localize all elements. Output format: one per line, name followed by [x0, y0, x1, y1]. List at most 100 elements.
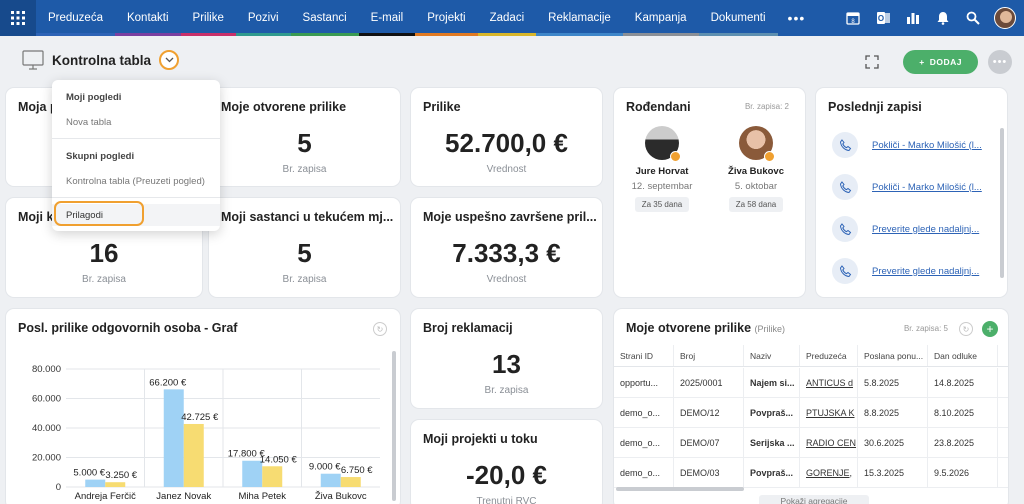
bar[interactable]	[262, 466, 283, 487]
record-item[interactable]: Preverite glede nadaljnj...	[832, 216, 979, 242]
bar-data-label: 9.000 €	[309, 462, 341, 473]
table-cell: 2025/0001	[674, 368, 744, 397]
nav-item[interactable]: Dokumenti	[698, 0, 778, 36]
table-cell: demo_o...	[614, 458, 674, 487]
record-item[interactable]: Pokliči - Marko Milošić (l...	[832, 132, 982, 158]
view-selector-button[interactable]	[159, 50, 180, 70]
birthday-person[interactable]: Živa Bukovc 5. oktobar Za 58 dana	[713, 126, 799, 212]
column-header[interactable]: Strani ID	[614, 345, 674, 366]
bar-data-label: 3.250 €	[105, 470, 137, 481]
bar-data-label: 14.050 €	[260, 454, 298, 465]
column-header[interactable]: Naziv	[744, 345, 800, 366]
card-birthdays: Rođendani Br. zapisa: 2 Jure Horvat 12. …	[614, 88, 805, 297]
card-subtitle: Br. zapisa	[484, 385, 529, 396]
nav-item[interactable]: Projekti	[415, 0, 478, 36]
card-complaints[interactable]: Broj reklamacij 13 Br. zapisa	[411, 309, 602, 408]
card-title: Moji projekti u toku	[423, 432, 538, 446]
person-avatar	[645, 126, 681, 162]
nav-item[interactable]: Pozivi	[235, 0, 291, 36]
bar[interactable]	[183, 423, 204, 487]
show-aggregations-button[interactable]: Pokaži agregacije	[759, 495, 869, 504]
x-tick-label: Miha Petek	[238, 491, 286, 502]
column-header[interactable]: Broj	[674, 345, 744, 366]
record-item[interactable]: Pokliči - Marko Milošić (l...	[832, 174, 982, 200]
refresh-icon[interactable]: ↻	[959, 322, 973, 336]
record-link[interactable]: Pokliči - Marko Milošić (l...	[872, 182, 982, 193]
add-button[interactable]: + DODAJ	[903, 50, 978, 74]
table-row[interactable]: demo_o... DEMO/12 Povpraš... PTUJSKA K 8.8.2…	[614, 398, 1008, 428]
user-avatar[interactable]	[994, 7, 1016, 29]
record-link[interactable]: Preverite glede nadaljnj...	[872, 266, 979, 277]
nav-item[interactable]: Preduzeća	[36, 0, 115, 36]
chevron-down-icon	[165, 57, 173, 63]
card-won-opportunities[interactable]: Moje uspešno završene pril... 7.333,3 € …	[411, 198, 602, 297]
fullscreen-icon[interactable]	[865, 55, 879, 69]
bar[interactable]	[163, 389, 184, 487]
bar[interactable]	[105, 482, 126, 487]
phone-icon	[832, 258, 858, 284]
days-until-pill: Za 35 dana	[634, 197, 690, 212]
more-options-button[interactable]: •••	[988, 50, 1012, 74]
nav-more-button[interactable]: •••	[778, 0, 816, 36]
table-cell: 9.5.2026	[928, 458, 998, 487]
card-opportunities-value[interactable]: Prilike 52.700,0 € Vrednost	[411, 88, 602, 186]
top-icon-group: 8 O	[844, 0, 1016, 36]
bar[interactable]	[340, 477, 361, 487]
nav-item-label: Pozivi	[247, 12, 279, 24]
gift-badge-icon	[764, 151, 775, 162]
person-birthday-date: 12. septembar	[631, 181, 693, 192]
nav-item[interactable]: Reklamacije	[536, 0, 623, 36]
table-row[interactable]: opportu... 2025/0001 Najem si... ANTICUS d5…	[614, 368, 1008, 398]
nav-item-label: Kampanja	[634, 12, 687, 24]
dropdown-item-shared-board[interactable]: Kontrolna tabla (Preuzeti pogled)	[66, 176, 205, 187]
view-dropdown-menu: Moji pogledi Nova tabla Skupni pogledi K…	[52, 80, 220, 231]
nav-item-label: Preduzeća	[48, 12, 103, 24]
card-my-open-opportunities[interactable]: Moje otvorene prilike 5 Br. zapisa	[209, 88, 400, 186]
card-subtitle: Br. zapisa	[282, 164, 327, 175]
record-item[interactable]: Preverite glede nadaljnj...	[832, 258, 979, 284]
column-header[interactable]: Dan odluke	[928, 345, 998, 366]
birthday-person[interactable]: Jure Horvat 12. septembar Za 35 dana	[619, 126, 705, 212]
reports-icon[interactable]	[904, 9, 922, 27]
grid-icon	[11, 11, 25, 25]
card-title: Moji k	[18, 210, 54, 224]
bar[interactable]	[85, 479, 106, 487]
nav-item[interactable]: Sastanci	[290, 0, 359, 36]
phone-icon	[832, 216, 858, 242]
nav-item-color-bar	[235, 33, 291, 36]
bar-data-label: 42.725 €	[181, 412, 219, 423]
search-icon[interactable]	[964, 9, 982, 27]
column-header[interactable]: Poslana ponu...	[858, 345, 928, 366]
y-tick-label: 40.000	[32, 423, 61, 434]
scrollbar[interactable]	[1000, 128, 1004, 278]
card-projects-in-progress[interactable]: Moji projekti u toku -20,0 € Trenutni RV…	[411, 420, 602, 504]
scrollbar[interactable]	[392, 351, 396, 501]
card-title: Moji sastanci u tekućem mj...	[221, 210, 394, 224]
record-link[interactable]: Preverite glede nadaljnj...	[872, 224, 979, 235]
table-cell: 8.10.2025	[928, 398, 998, 427]
app-launcher-button[interactable]	[0, 0, 36, 36]
monitor-icon	[22, 50, 44, 70]
horizontal-scrollbar[interactable]	[616, 487, 744, 491]
bar[interactable]	[320, 473, 341, 487]
table-row[interactable]: demo_o... DEMO/03 Povpraš... GORENJE, 15.3.2…	[614, 458, 1008, 488]
table-cell: demo_o...	[614, 428, 674, 457]
column-header[interactable]: Preduzeća	[800, 345, 858, 366]
calendar-icon[interactable]: 8	[844, 9, 862, 27]
card-subtitle: Br. zapisa	[82, 274, 126, 285]
add-button-label: DODAJ	[929, 57, 962, 67]
nav-item[interactable]: Prilike	[180, 0, 236, 36]
card-my-meetings[interactable]: Moji sastanci u tekućem mj... 5 Br. zapi…	[209, 198, 400, 297]
outlook-icon[interactable]: O	[874, 9, 892, 27]
nav-item[interactable]: Kampanja	[622, 0, 699, 36]
nav-item[interactable]: Zadaci	[477, 0, 537, 36]
nav-item[interactable]: E-mail	[358, 0, 416, 36]
nav-item[interactable]: Kontakti	[114, 0, 181, 36]
dropdown-divider	[52, 197, 220, 198]
record-link[interactable]: Pokliči - Marko Milošić (l...	[872, 140, 982, 151]
bar-chart: 0 20.000 40.000 60.000 80.000 5.000 €3.250 € A…	[32, 364, 380, 502]
dropdown-item-new-board[interactable]: Nova tabla	[66, 117, 111, 128]
table-row[interactable]: demo_o... DEMO/07 Serijska ... RADIO CEN 30.…	[614, 428, 1008, 458]
notification-bell-icon[interactable]	[934, 9, 952, 27]
add-record-button[interactable]: +	[982, 321, 998, 337]
